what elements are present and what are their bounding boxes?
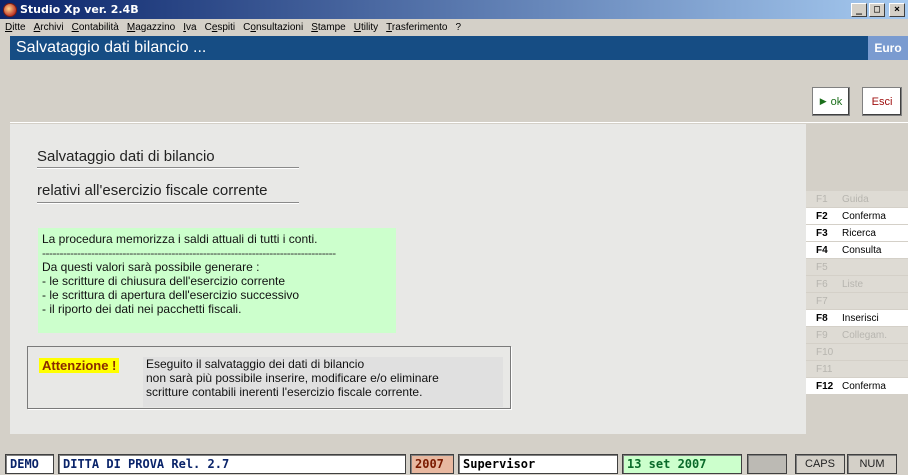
fkey-f1[interactable]: F1 Guida [806, 191, 908, 208]
menu-item[interactable]: Cespiti [205, 22, 236, 33]
main-heading: Salvataggio dati di bilancio [37, 148, 215, 165]
warning-line: Eseguito il salvataggio dei dati di bila… [146, 357, 365, 371]
main-content: Salvataggio dati di bilancio relativi al… [10, 124, 806, 434]
menu-item[interactable]: Trasferimento [386, 22, 447, 33]
info-line: - il riporto dei dati nei pacchetti fisc… [42, 302, 242, 316]
subheading-underline [37, 202, 299, 204]
function-key-list: F1 Guida F2 Conferma F3 Ricerca F4 Consulta F5 F6… [806, 191, 908, 395]
status-company: DITTA DI PROVA Rel. 2.7 [58, 454, 406, 474]
info-line: Da questi valori sarà possibile generare… [42, 260, 260, 274]
play-arrow-icon: ▶ [819, 96, 827, 106]
warning-text: Eseguito il salvataggio dei dati di bila… [143, 357, 503, 407]
close-button[interactable]: × [889, 2, 905, 17]
window-title: Studio Xp ver. 2.4B [20, 3, 139, 16]
fkey-key: F6 [816, 278, 828, 290]
fkey-key: F3 [816, 227, 828, 239]
fkey-key: F10 [816, 346, 834, 358]
status-date: 13 set 2007 [622, 454, 742, 474]
status-caps: CAPS [795, 454, 845, 474]
fkey-f6[interactable]: F6 Liste [806, 276, 908, 293]
fkey-key: F1 [816, 193, 828, 205]
fkey-f9[interactable]: F9 Collegam. [806, 327, 908, 344]
fkey-key: F12 [816, 380, 834, 392]
application-window: Studio Xp ver. 2.4B _ □ × Ditte Archivi Co… [0, 0, 908, 475]
maximize-button[interactable]: □ [869, 2, 885, 17]
minimize-button[interactable]: _ [851, 2, 867, 17]
page-header: Salvataggio dati bilancio ... Euro [10, 36, 908, 60]
menu-item[interactable]: Magazzino [127, 22, 175, 33]
fkey-f11[interactable]: F11 [806, 361, 908, 378]
fkey-f7[interactable]: F7 [806, 293, 908, 310]
ok-button[interactable]: ▶ ok [812, 87, 850, 116]
fkey-label: Collegam. [842, 329, 888, 341]
fkey-label: Conferma [842, 210, 886, 222]
menu-item[interactable]: Consultazioni [243, 22, 303, 33]
fkey-f3[interactable]: F3 Ricerca [806, 225, 908, 242]
fkey-f4[interactable]: F4 Consulta [806, 242, 908, 259]
info-line: - le scritture di chiusura dell'esercizi… [42, 274, 286, 288]
warning-line: non sarà più possibile inserire, modific… [146, 371, 439, 385]
warning-line: scritture contabili inerenti l'esercizio… [146, 385, 423, 399]
toolbar: ▶ ok Esci [10, 60, 908, 123]
currency-badge: Euro [868, 36, 908, 60]
fkey-key: F11 [816, 363, 833, 375]
fkey-label: Inserisci [842, 312, 879, 324]
fkey-label: Guida [842, 193, 869, 205]
function-key-panel: F1 Guida F2 Conferma F3 Ricerca F4 Consulta F5 F6… [806, 124, 908, 434]
status-blank-panel [747, 454, 787, 474]
menu-item[interactable]: Iva [183, 22, 196, 33]
menu-item[interactable]: ? [456, 22, 462, 33]
menu-item[interactable]: Ditte [5, 22, 26, 33]
menu-item[interactable]: Contabilità [72, 22, 119, 33]
warning-box: Attenzione ! Eseguito il salvataggio dei… [27, 346, 511, 409]
status-demo: DEMO [5, 454, 54, 474]
app-logo-icon[interactable] [3, 2, 17, 17]
page-title: Salvataggio dati bilancio ... [16, 39, 207, 56]
fkey-label: Liste [842, 278, 864, 290]
menu-item[interactable]: Archivi [34, 22, 64, 33]
title-bar[interactable]: Studio Xp ver. 2.4B _ □ × [0, 0, 908, 19]
fkey-key: F5 [816, 261, 828, 273]
fkey-f2[interactable]: F2 Conferma [806, 208, 908, 225]
menu-item[interactable]: Utility [354, 22, 378, 33]
ok-button-label: ok [830, 95, 843, 108]
status-year: 2007 [410, 454, 454, 474]
menu-bar: Ditte Archivi Contabilità Magazzino Iva Cespi… [0, 19, 908, 36]
status-num: NUM [847, 454, 897, 474]
info-line: - le scrittura di apertura dell'esercizi… [42, 288, 300, 302]
fkey-label: Conferma [842, 380, 886, 392]
sub-heading: relativi all'esercizio fiscale corrente [37, 182, 268, 199]
fkey-key: F4 [816, 244, 828, 256]
fkey-key: F2 [816, 210, 828, 222]
fkey-key: F9 [816, 329, 828, 341]
menu-item[interactable]: Stampe [311, 22, 345, 33]
status-user: Supervisor [458, 454, 618, 474]
heading-underline [37, 167, 299, 169]
fkey-key: F7 [816, 295, 828, 307]
esci-button[interactable]: Esci [862, 87, 902, 116]
fkey-f5[interactable]: F5 [806, 259, 908, 276]
status-bar: DEMO DITTA DI PROVA Rel. 2.7 2007 Superv… [0, 452, 908, 475]
fkey-label: Ricerca [842, 227, 876, 239]
info-box: La procedura memorizza i saldi attuali d… [38, 228, 396, 333]
fkey-f8[interactable]: F8 Inserisci [806, 310, 908, 327]
fkey-label: Consulta [842, 244, 882, 256]
info-line: La procedura memorizza i saldi attuali d… [42, 232, 318, 246]
info-separator: ----------------------------------------… [42, 246, 336, 260]
fkey-key: F8 [816, 312, 828, 324]
fkey-f12[interactable]: F12 Conferma [806, 378, 908, 395]
warning-label: Attenzione ! [39, 358, 120, 373]
fkey-f10[interactable]: F10 [806, 344, 908, 361]
